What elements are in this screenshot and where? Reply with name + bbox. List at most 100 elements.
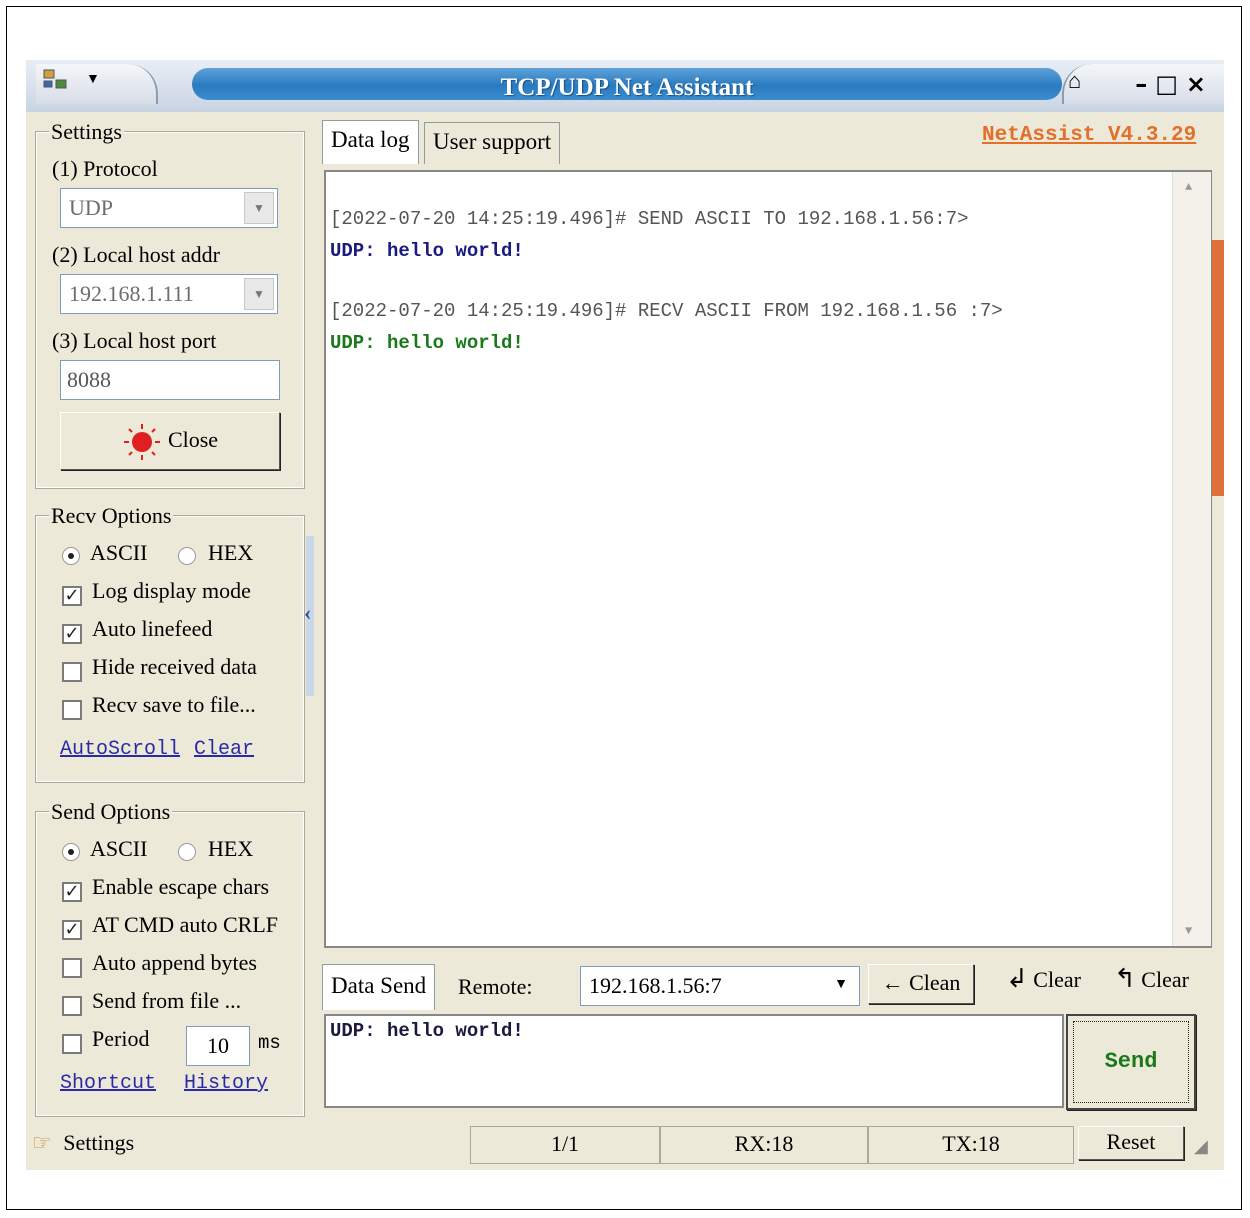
chevron-down-icon[interactable]: ▼ xyxy=(244,278,274,310)
log-line: UDP: hello world! xyxy=(330,332,524,354)
send-ascii-radio[interactable] xyxy=(62,843,80,861)
system-menu[interactable]: ▼ xyxy=(36,64,158,104)
send-from-file-checkbox[interactable] xyxy=(62,996,82,1016)
log-display-label: Log display mode xyxy=(92,578,251,603)
app-window: TCP/UDP Net Assistant ▼ ⌂ –□× Settings (… xyxy=(26,60,1224,1170)
clean-label: Clean xyxy=(909,970,961,995)
data-log-area[interactable]: [2022-07-20 14:25:19.496]# SEND ASCII TO… xyxy=(324,170,1212,948)
log-line: [2022-07-20 14:25:19.496]# SEND ASCII TO… xyxy=(330,208,969,230)
autoscroll-link[interactable]: AutoScroll xyxy=(60,738,180,761)
clear-send-label: Clear xyxy=(1033,967,1081,992)
remote-value: 192.168.1.56:7 xyxy=(589,973,722,998)
escape-chars-label: Enable escape chars xyxy=(92,874,270,899)
recv-save-checkbox[interactable] xyxy=(62,700,82,720)
local-addr-select[interactable]: 192.168.1.111 ▼ xyxy=(60,274,278,314)
local-addr-label: (2) Local host addr xyxy=(52,242,220,267)
clear-recv-label: Clear xyxy=(1141,967,1189,992)
hand-pointer-icon: ☞ xyxy=(32,1131,52,1156)
auto-linefeed-checkbox[interactable]: ✓ xyxy=(62,624,82,644)
status-settings-label: Settings xyxy=(63,1130,135,1155)
period-unit: ms xyxy=(258,1032,281,1054)
window-controls: ⌂ –□× xyxy=(1062,64,1224,104)
local-addr-value: 192.168.1.111 xyxy=(69,281,194,306)
chevron-down-icon[interactable]: ▼ xyxy=(826,970,856,1002)
log-line: UDP: hello world! xyxy=(330,240,524,262)
window-title: TCP/UDP Net Assistant xyxy=(500,74,754,101)
auto-append-checkbox[interactable] xyxy=(62,958,82,978)
local-port-label: (3) Local host port xyxy=(52,328,217,353)
hide-received-label: Hide received data xyxy=(92,654,257,679)
log-text: UDP: hello world! xyxy=(330,240,524,262)
recv-options-legend: Recv Options xyxy=(49,503,174,529)
collapse-arrow-icon[interactable]: ‹ xyxy=(304,600,311,626)
send-hex-radio[interactable] xyxy=(178,843,196,861)
send-from-file-label: Send from file ... xyxy=(92,988,242,1013)
close-button[interactable]: Close xyxy=(60,412,280,470)
title-bar: TCP/UDP Net Assistant ▼ ⌂ –□× xyxy=(26,60,1224,112)
arrow-up-icon: ↰ xyxy=(1114,964,1136,994)
recv-hex-radio[interactable] xyxy=(178,547,196,565)
arrow-return-icon: ↲ xyxy=(1006,964,1028,994)
pin-icon[interactable]: ⌂ xyxy=(1068,68,1081,94)
scroll-up-icon[interactable]: ▲ xyxy=(1185,180,1192,194)
reset-button[interactable]: Reset xyxy=(1078,1126,1184,1160)
remote-label: Remote: xyxy=(458,974,533,999)
escape-chars-checkbox[interactable]: ✓ xyxy=(62,882,82,902)
red-light-icon xyxy=(123,423,160,460)
chevron-down-icon[interactable]: ▼ xyxy=(244,192,274,224)
clean-button[interactable]: ← Clean xyxy=(868,964,974,1004)
shortcut-link[interactable]: Shortcut xyxy=(60,1072,156,1095)
protocol-value: UDP xyxy=(69,195,114,220)
period-checkbox[interactable] xyxy=(62,1034,82,1054)
tab-data-send[interactable]: Data Send xyxy=(322,964,436,1010)
clear-recv-button[interactable]: ↰ Clear xyxy=(1114,964,1189,994)
at-cmd-label: AT CMD auto CRLF xyxy=(92,912,279,937)
remote-select[interactable]: 192.168.1.56:7 ▼ xyxy=(580,966,860,1006)
history-link[interactable]: History xyxy=(184,1072,268,1095)
send-options-legend: Send Options xyxy=(49,799,173,825)
tab-user-support[interactable]: User support xyxy=(424,122,561,164)
recv-save-label: Recv save to file... xyxy=(92,692,256,717)
status-settings[interactable]: ☞ Settings xyxy=(32,1130,134,1156)
log-text: [2022-07-20 14:25:19.496]# SEND ASCII TO… xyxy=(330,208,969,230)
recv-ascii-label: ASCII xyxy=(90,540,148,565)
recv-hex-label: HEX xyxy=(208,540,254,565)
recv-clear-link[interactable]: Clear xyxy=(194,738,254,761)
send-text: UDP: hello world! xyxy=(330,1020,524,1042)
log-text: [2022-07-20 14:25:19.496]# RECV ASCII FR… xyxy=(330,300,1003,322)
protocol-label: (1) Protocol xyxy=(52,156,158,181)
log-display-checkbox[interactable]: ✓ xyxy=(62,586,82,606)
send-ascii-label: ASCII xyxy=(90,836,148,861)
period-label: Period xyxy=(92,1026,150,1051)
version-link[interactable]: NetAssist V4.3.29 xyxy=(982,124,1196,147)
log-line: [2022-07-20 14:25:19.496]# RECV ASCII FR… xyxy=(330,300,1003,322)
resize-grip-icon[interactable]: ◢ xyxy=(1194,1136,1208,1157)
chevron-down-icon: ▼ xyxy=(86,72,100,87)
log-scrollbar[interactable]: ▲ ▼ xyxy=(1172,172,1211,946)
recv-ascii-radio[interactable] xyxy=(62,547,80,565)
min-max-close-icons[interactable]: –□× xyxy=(1135,70,1214,98)
status-bar: ☞ Settings 1/1 RX:18 TX:18 Reset ◢ xyxy=(26,1126,1224,1170)
send-textarea[interactable]: UDP: hello world! xyxy=(324,1014,1064,1108)
network-icon xyxy=(43,69,67,89)
send-button[interactable]: Send xyxy=(1066,1014,1196,1110)
hide-received-checkbox[interactable] xyxy=(62,662,82,682)
local-port-input[interactable]: 8088 xyxy=(60,360,280,400)
status-tx: TX:18 xyxy=(868,1126,1074,1164)
status-rx: RX:18 xyxy=(660,1126,868,1164)
auto-linefeed-label: Auto linefeed xyxy=(92,616,213,641)
auto-append-label: Auto append bytes xyxy=(92,950,257,975)
clear-send-button[interactable]: ↲ Clear xyxy=(1006,964,1081,994)
protocol-select[interactable]: UDP ▼ xyxy=(60,188,278,228)
period-input[interactable]: 10 xyxy=(186,1026,250,1066)
tab-data-log[interactable]: Data log xyxy=(322,120,419,164)
arrow-left-icon: ← xyxy=(881,970,910,995)
orange-scroll-thumb[interactable] xyxy=(1212,240,1224,496)
status-page: 1/1 xyxy=(470,1126,660,1164)
close-label: Close xyxy=(167,427,219,452)
send-hex-label: HEX xyxy=(208,836,254,861)
scroll-down-icon[interactable]: ▼ xyxy=(1185,924,1192,938)
title-pill: TCP/UDP Net Assistant xyxy=(192,68,1062,101)
log-text: UDP: hello world! xyxy=(330,332,524,354)
at-cmd-checkbox[interactable]: ✓ xyxy=(62,920,82,940)
